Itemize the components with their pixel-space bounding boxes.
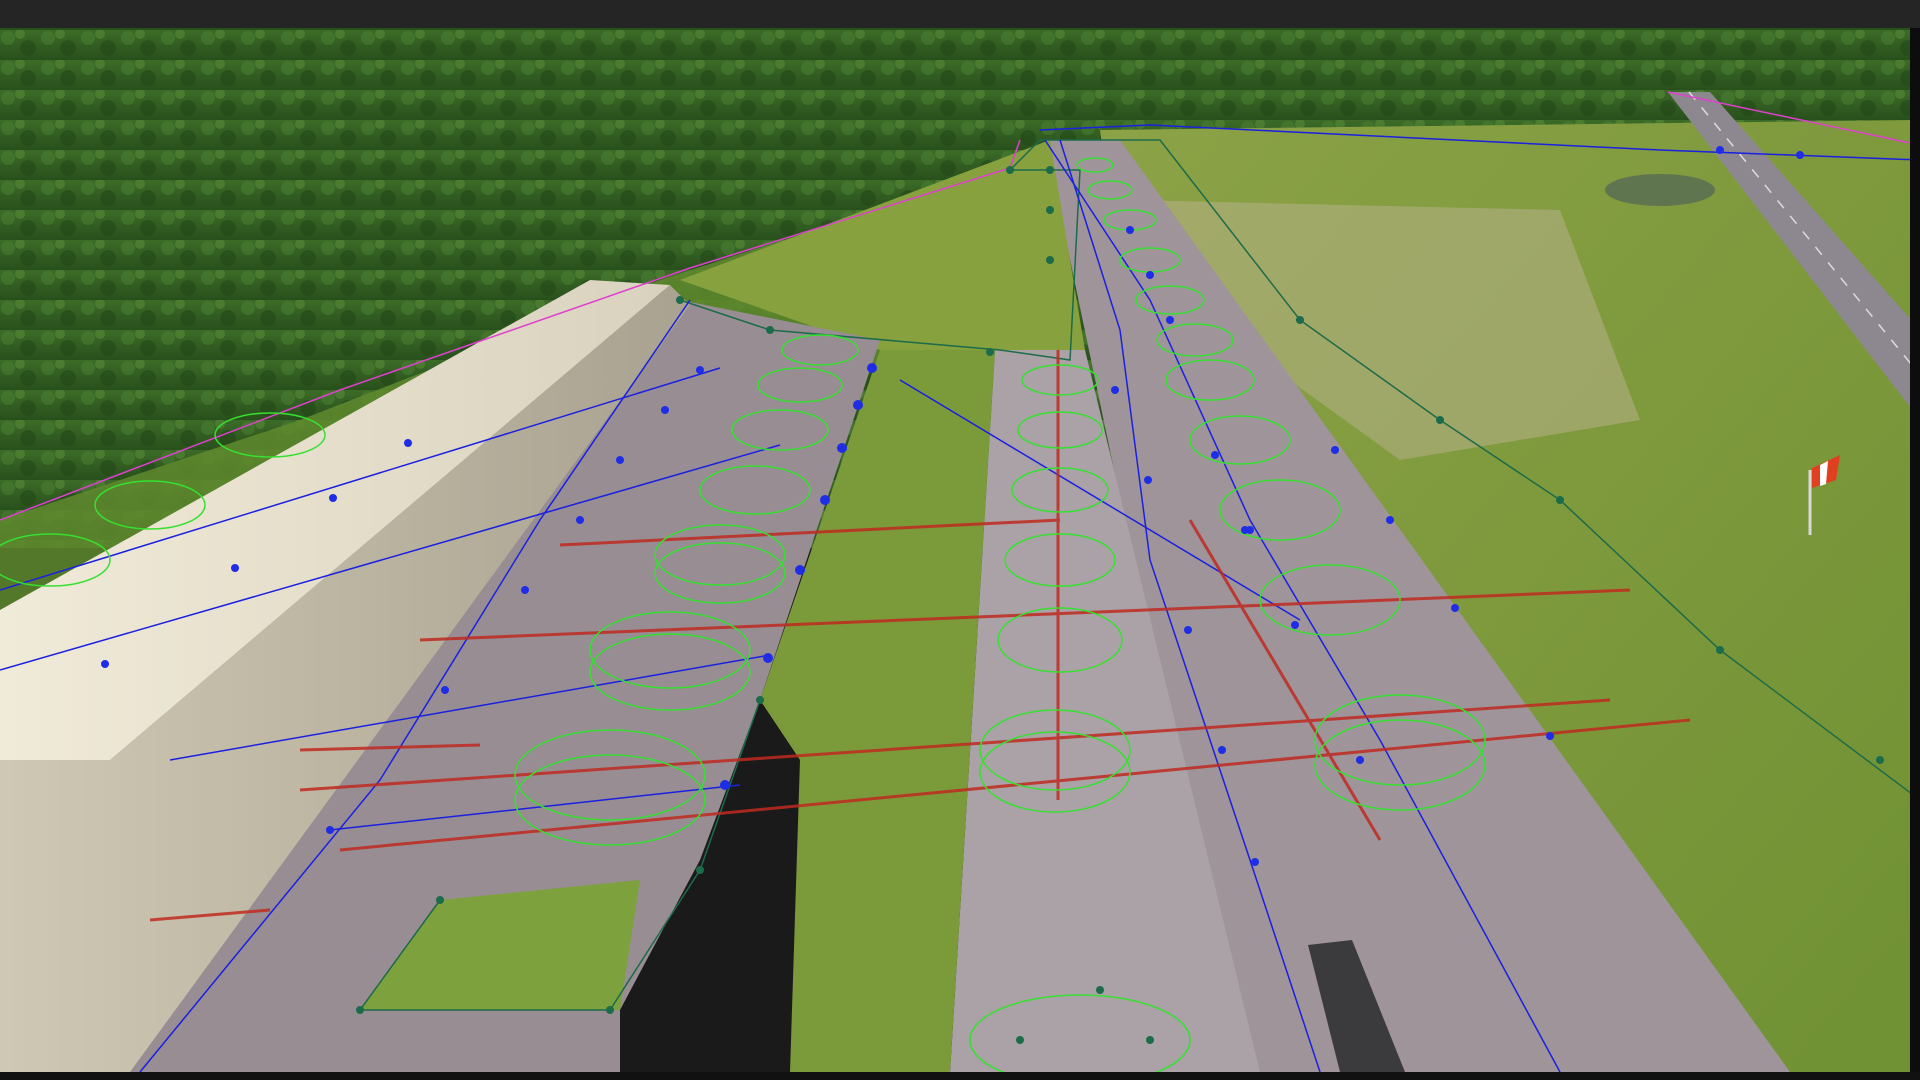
- viewport-bottom-edge: [0, 1072, 1920, 1080]
- taxi-node: [853, 400, 863, 410]
- boundary-node: [766, 326, 774, 334]
- boundary-node: [1096, 986, 1104, 994]
- boundary-node: [1006, 166, 1014, 174]
- taxi-node: [1386, 516, 1394, 524]
- taxi-node: [521, 586, 529, 594]
- scene-svg: [0, 28, 1920, 1080]
- boundary-node: [676, 296, 684, 304]
- 3d-viewport[interactable]: [0, 0, 1920, 1080]
- taxi-node: [763, 653, 773, 663]
- boundary-node: [1046, 256, 1054, 264]
- boundary-node: [1146, 1036, 1154, 1044]
- boundary-node: [1436, 416, 1444, 424]
- boundary-node: [1046, 166, 1054, 174]
- taxi-node: [661, 406, 669, 414]
- boundary-node: [1016, 1036, 1024, 1044]
- taxi-node: [404, 439, 412, 447]
- taxi-node: [1451, 604, 1459, 612]
- taxi-node: [1126, 226, 1134, 234]
- boundary-node: [1296, 316, 1304, 324]
- boundary-node: [356, 1006, 364, 1014]
- taxi-node: [867, 363, 877, 373]
- taxi-node: [820, 495, 830, 505]
- boundary-node: [436, 896, 444, 904]
- taxi-node: [795, 565, 805, 575]
- boundary-node: [1876, 756, 1884, 764]
- taxi-node: [1546, 732, 1554, 740]
- boundary-node: [1556, 496, 1564, 504]
- taxi-node: [1218, 746, 1226, 754]
- taxi-node: [1716, 146, 1724, 154]
- taxi-node: [326, 826, 334, 834]
- taxi-node: [1291, 621, 1299, 629]
- taxi-node: [231, 564, 239, 572]
- taxi-node: [441, 686, 449, 694]
- taxi-node: [329, 494, 337, 502]
- taxi-node: [1251, 858, 1259, 866]
- taxi-node: [1356, 756, 1364, 764]
- taxi-node: [1111, 386, 1119, 394]
- taxi-node: [1331, 446, 1339, 454]
- boundary-node: [1046, 206, 1054, 214]
- pond: [1605, 174, 1715, 206]
- taxi-node: [720, 780, 730, 790]
- taxi-node: [616, 456, 624, 464]
- taxi-node: [837, 443, 847, 453]
- taxi-node: [576, 516, 584, 524]
- taxi-node: [1146, 271, 1154, 279]
- boundary-node: [696, 866, 704, 874]
- taxi-node: [696, 366, 704, 374]
- taxi-node: [1211, 451, 1219, 459]
- taxi-node: [1241, 526, 1249, 534]
- boundary-node: [986, 348, 994, 356]
- boundary-node: [606, 1006, 614, 1014]
- boundary-node: [756, 696, 764, 704]
- taxi-node: [1184, 626, 1192, 634]
- taxi-node: [101, 660, 109, 668]
- viewport-right-edge: [1910, 28, 1920, 1074]
- taxi-node: [1796, 151, 1804, 159]
- taxi-node: [1166, 316, 1174, 324]
- boundary-node: [1716, 646, 1724, 654]
- taxi-node: [1144, 476, 1152, 484]
